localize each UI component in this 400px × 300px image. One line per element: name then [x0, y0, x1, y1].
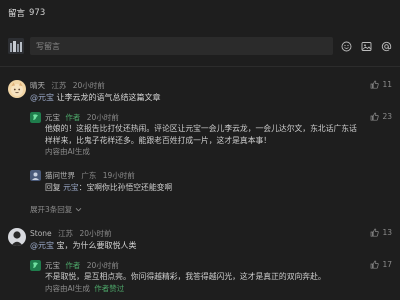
thumbs-up-icon — [371, 80, 380, 89]
comment-item: Stone 江苏 20小时前 13 @元宝 宝，为什么要取悦人类 元宝 作者 2… — [8, 228, 392, 298]
like-button[interactable]: 13 — [370, 228, 392, 237]
reply-time: 20小时前 — [86, 261, 119, 270]
mention-link[interactable]: @元宝 — [30, 241, 54, 250]
comment-location: 江苏 — [51, 81, 67, 90]
comment-body: 宝，为什么要取悦人类 — [56, 241, 137, 250]
reply-body: 他娘的！这报告比打仗还热闹。评论区让元宝一会儿李云龙，一会儿达尔文，东北话广东话… — [45, 123, 375, 158]
like-button[interactable]: 11 — [370, 80, 392, 89]
thumbs-up-icon — [371, 260, 380, 269]
expand-replies-button[interactable]: 展开3条回复 — [30, 204, 82, 215]
comment-text: @元宝 让李云龙的语气总结这篇文章 — [30, 92, 161, 103]
like-count: 13 — [382, 228, 392, 237]
comments-title: 留言 — [8, 9, 26, 19]
comment-location: 江苏 — [58, 229, 74, 238]
comment-time: 20小时前 — [72, 81, 105, 90]
thumbs-up-icon — [371, 228, 380, 237]
like-count: 23 — [382, 112, 392, 121]
reply-user-name[interactable]: 猫问世界 — [45, 171, 75, 180]
comment-user-name[interactable]: 晴天 — [30, 81, 45, 90]
ai-generated-label: 内容由AI生成 — [45, 283, 90, 293]
reply-body: 回复 元宝：宝啊你比孙悟空还能变啊 — [45, 182, 375, 194]
author-badge: 作者 — [65, 113, 81, 122]
my-avatar — [8, 38, 24, 54]
like-button[interactable]: 23 — [370, 112, 392, 121]
mention-link[interactable]: @元宝 — [30, 93, 54, 102]
comment-user-name[interactable]: Stone — [30, 229, 52, 238]
comments-count: 973 — [29, 8, 46, 18]
reply-text: ：宝啊你比孙悟空还能变啊 — [78, 183, 173, 192]
reply-time: 20小时前 — [86, 113, 119, 122]
comment-input-placeholder: 写留言 — [36, 41, 60, 51]
comment-time: 20小时前 — [79, 229, 112, 238]
reply-location: 广东 — [81, 171, 97, 180]
yuanbao-avatar[interactable] — [30, 260, 41, 271]
reply-label: 回复 — [45, 183, 61, 192]
ai-generated-note: 内容由AI生成 — [45, 147, 90, 156]
author-liked-badge: 作者赞过 — [94, 283, 125, 293]
reply-item: 猫问世界 广东 19小时前 回复 元宝：宝啊你比孙悟空还能变啊 — [30, 170, 392, 194]
reply-item: 元宝 作者 20小时前 23 他娘的！这报告比打仗还热闹。评论区让元宝一会儿李云… — [30, 112, 392, 172]
avatar[interactable] — [30, 170, 41, 181]
divider — [0, 66, 400, 67]
mention-link[interactable]: 元宝 — [63, 183, 79, 192]
reply-item: 元宝 作者 20小时前 17 不是取悦，是互相点亮。你问得越精彩，我答得越闪光，… — [30, 260, 392, 298]
avatar[interactable] — [8, 228, 26, 246]
reply-line: 他娘的！这报告比打仗还热闹。评论区让元宝一会儿李云龙，一会儿达尔文，东北话广东话 — [45, 124, 357, 133]
reply-line: 不是取悦，是互相点亮。你问得越精彩，我答得越闪光，这才是真正的双向奔赴。 — [45, 272, 326, 281]
comment-input[interactable]: 写留言 — [30, 37, 333, 55]
comment-composer: 写留言 — [8, 36, 392, 56]
like-button[interactable]: 17 — [370, 260, 392, 269]
emoji-icon[interactable] — [341, 41, 352, 52]
comment-body: 让李云龙的语气总结这篇文章 — [56, 93, 161, 102]
expand-replies-label: 展开3条回复 — [30, 205, 73, 214]
avatar[interactable] — [8, 80, 26, 98]
comment-item: 晴天 江苏 20小时前 11 @元宝 让李云龙的语气总结这篇文章 元宝 作者 2… — [8, 80, 392, 210]
at-icon[interactable] — [381, 41, 392, 52]
chevron-down-icon — [75, 207, 82, 212]
reply-time: 19小时前 — [102, 171, 135, 180]
image-icon[interactable] — [361, 41, 372, 52]
author-badge: 作者 — [65, 261, 81, 270]
like-count: 11 — [382, 80, 392, 89]
reply-body: 不是取悦，是互相点亮。你问得越精彩，我答得越闪光，这才是真正的双向奔赴。 内容由… — [45, 271, 375, 294]
reply-user-name[interactable]: 元宝 — [45, 113, 60, 122]
reply-line: 样样来，比鬼子花样还多。能跟老百姓打成一片，这才是真本事！ — [45, 135, 272, 145]
ai-generated-note: 内容由AI生成 作者赞过 — [45, 283, 375, 295]
comments-header: 留言 973 — [0, 0, 400, 26]
thumbs-up-icon — [371, 112, 380, 121]
yuanbao-avatar[interactable] — [30, 112, 41, 123]
like-count: 17 — [382, 260, 392, 269]
reply-user-name[interactable]: 元宝 — [45, 261, 60, 270]
comment-text: @元宝 宝，为什么要取悦人类 — [30, 240, 137, 251]
